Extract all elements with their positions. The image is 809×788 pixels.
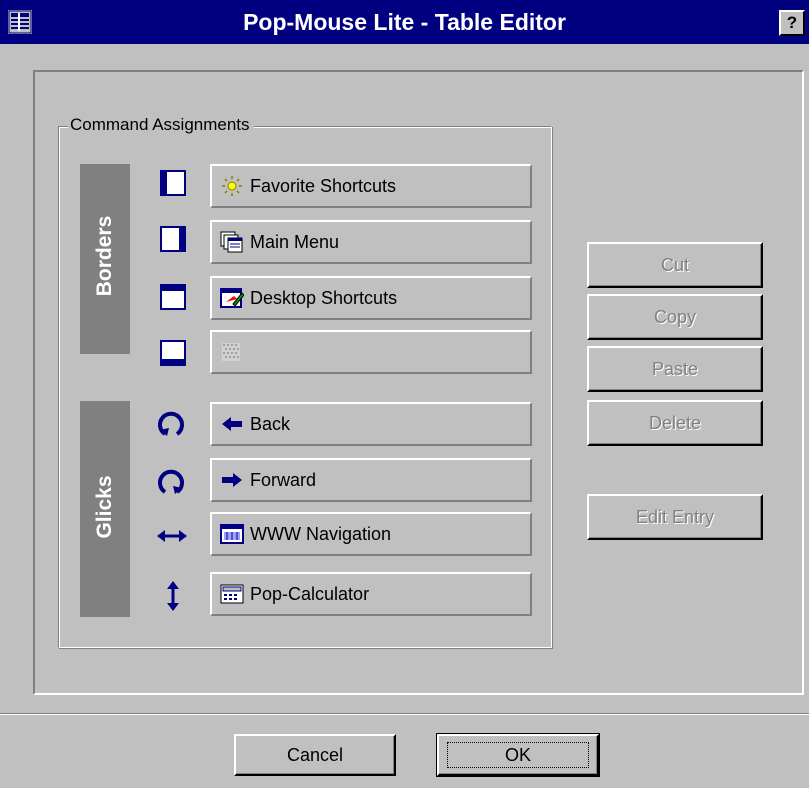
right-border-icon [160,226,186,252]
entry-label: WWW Navigation [250,524,392,544]
clockwise-glick-icon [158,466,184,494]
copy-button[interactable]: Copy [587,294,763,340]
desktop-shortcuts-icon [220,287,245,309]
entry-desktop-shortcuts[interactable]: Desktop Shortcuts [210,276,532,320]
delete-button[interactable]: Delete [587,400,763,446]
main-menu-icon [220,231,244,253]
favorites-sun-icon [220,175,244,197]
www-navigation-icon [220,523,244,545]
group-label: Command Assignments [68,115,254,135]
entry-label: Favorite Shortcuts [250,176,397,196]
entry-main-menu[interactable]: Main Menu [210,220,532,264]
glicks-label: Glicks [93,475,116,539]
edit-entry-button[interactable]: Edit Entry [587,494,763,540]
top-border-icon [160,284,186,310]
title-bar: Pop-Mouse Lite - Table Editor ? [0,0,809,44]
entry-back[interactable]: Back [210,402,532,446]
entry-empty[interactable] [210,330,532,374]
counterclockwise-glick-icon [158,408,184,436]
entry-label: Back [250,414,291,434]
entry-label: Main Menu [250,232,340,252]
cancel-label: Cancel [286,745,344,765]
arrow-left-icon [220,413,244,435]
left-border-icon [160,170,186,196]
borders-sidebar: Borders [80,164,130,354]
table-editor-window: Pop-Mouse Lite - Table Editor ? Command … [0,0,809,788]
glicks-sidebar: Glicks [80,401,130,617]
empty-placeholder-icon [220,341,244,363]
entry-www-navigation[interactable]: WWW Navigation [210,512,532,556]
calculator-icon [220,583,244,605]
borders-label: Borders [93,215,116,297]
vertical-glick-icon [164,580,182,612]
help-button[interactable]: ? [779,10,805,36]
entry-label: Pop-Calculator [250,584,370,604]
paste-button[interactable]: Paste [587,346,763,392]
window-title: Pop-Mouse Lite - Table Editor [243,9,566,35]
cancel-button[interactable]: Cancel [234,734,396,776]
horizontal-glick-icon [156,526,188,552]
entry-label: Desktop Shortcuts [250,288,398,308]
entry-pop-calculator[interactable]: Pop-Calculator [210,572,532,616]
entry-forward[interactable]: Forward [210,458,532,502]
arrow-right-icon [220,469,244,491]
entry-label: Forward [250,470,317,490]
footer-divider [0,713,809,715]
bottom-border-icon [160,340,186,366]
cut-button[interactable]: Cut [587,242,763,288]
ok-button[interactable]: OK [436,733,600,777]
entry-favorite-shortcuts[interactable]: Favorite Shortcuts [210,164,532,208]
focus-rect [447,742,589,768]
